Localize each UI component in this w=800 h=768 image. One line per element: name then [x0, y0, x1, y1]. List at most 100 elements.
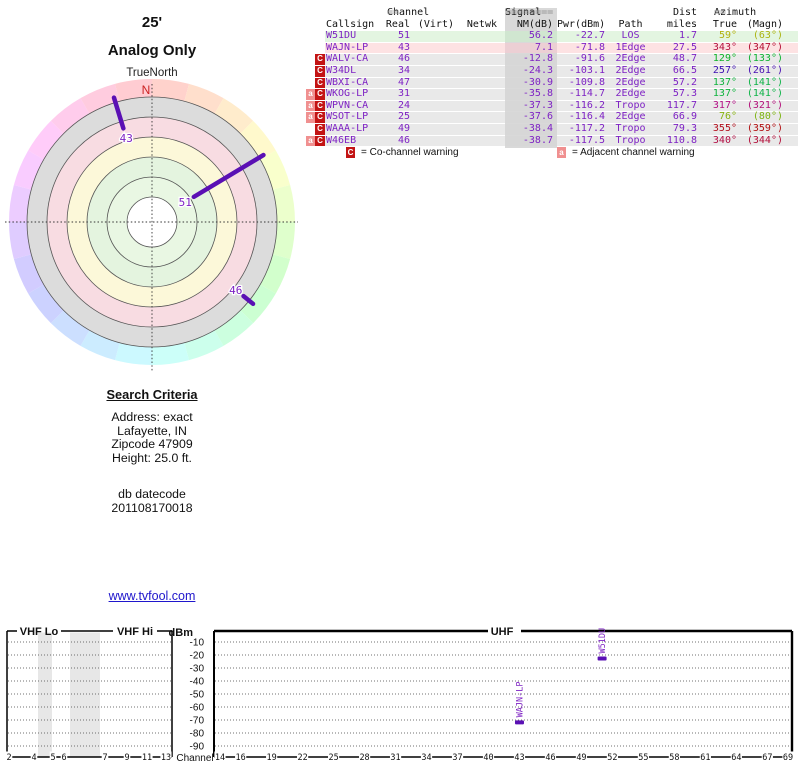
netwk-cell — [457, 43, 505, 54]
adjacent-channel-warning-label: = Adjacent channel warning — [572, 147, 695, 158]
path-cell: Tropo — [615, 134, 646, 146]
co-channel-warning-marker — [315, 43, 325, 54]
co-channel-warning-label: = Co-channel warning — [361, 147, 459, 158]
true_az-cell: 137° — [712, 88, 737, 100]
true_az-cell: 59° — [718, 30, 737, 42]
tail-cell — [783, 78, 798, 89]
table-row-W51DU: W51DU 51 56.2 -22.7 LOS 1.7 59° (63°) — [306, 31, 800, 42]
virt-cell — [410, 112, 457, 123]
magn_az-cell: (359°) — [746, 122, 783, 134]
netwk-cell — [457, 31, 505, 42]
adjacent-warning-marker: a — [306, 89, 315, 100]
path-cell: 1Edge — [615, 41, 646, 53]
tail-cell — [783, 89, 798, 100]
virt-cell — [410, 89, 457, 100]
netwk-cell — [457, 136, 505, 147]
tail-cell — [783, 112, 798, 123]
magn_az-cell: (321°) — [746, 99, 783, 111]
channel-tick-31: 31 — [390, 753, 400, 763]
adjacent-warning-marker: a — [306, 100, 315, 112]
dbm-tick-label: -60 — [190, 703, 205, 714]
nm-cell: 7.1 — [505, 42, 557, 54]
adjacent-warning-marker — [306, 78, 315, 89]
table-rows: W51DU 51 56.2 -22.7 LOS 1.7 59° (63°) WAJN-LP 43 7… — [306, 31, 800, 147]
db-datecode-value: 201108170018 — [111, 500, 193, 515]
dist-group-header: Dist — [673, 7, 698, 18]
vhf-gap-band — [38, 632, 52, 757]
adjacent-warning-marker — [306, 54, 315, 65]
search-criteria-title: Search Criteria — [106, 387, 198, 402]
true_az-cell: 355° — [712, 122, 737, 134]
station-marker-label-WAJN-LP: WAJN-LP — [515, 682, 525, 718]
pwr-cell: -109.8 — [568, 76, 605, 88]
adjacent-warning-marker — [306, 124, 315, 135]
warning-legend: C = Co-channel warning a = Adjacent chan… — [306, 146, 800, 159]
tail-cell — [783, 136, 798, 147]
tail-cell — [783, 43, 798, 54]
co-channel-warning-marker: C — [315, 89, 325, 100]
dbm-tick-label: -20 — [190, 651, 205, 662]
real-cell: 25 — [397, 111, 410, 123]
nm-cell: -38.7 — [505, 135, 557, 147]
channel-axis-label: Channel — [176, 753, 213, 764]
tvfool-link[interactable]: www.tvfool.com — [109, 589, 196, 603]
uhf-label: UHF — [491, 626, 514, 638]
channel-tick-14: 14 — [215, 753, 225, 763]
callsign-cell: WKOG-LP — [326, 88, 369, 100]
column-header-True: True — [712, 18, 737, 30]
channel-tick-40: 40 — [483, 753, 493, 763]
true_az-cell: 76° — [718, 111, 737, 123]
adjacent-warning-marker — [306, 43, 315, 54]
channel-tick-28: 28 — [359, 753, 369, 763]
true_az-cell: 257° — [712, 64, 737, 76]
real-cell: 34 — [397, 64, 410, 76]
ray-channel-label: 43 — [120, 132, 133, 145]
magn_az-cell: (141°) — [746, 88, 783, 100]
column-header-NM(dB): NM(dB) — [516, 18, 553, 30]
path-cell: Tropo — [615, 99, 646, 111]
magn_az-cell: (63°) — [752, 30, 783, 42]
pwr-cell: -22.7 — [574, 30, 605, 42]
tail-cell — [783, 66, 798, 77]
channel-tick-43: 43 — [514, 753, 524, 763]
table-row-W46EB: a C W46EB 46 -38.7 -117.5 Tropo 110.8 340° (344°) — [306, 134, 800, 147]
miles-cell: 1.7 — [678, 30, 697, 42]
channel-tick-61: 61 — [700, 753, 710, 763]
nm-cell: -35.8 — [505, 89, 557, 100]
spectrum-chart: VHF Lo VHF Hi UHFdBm-10-20-30-40-50-60-70-… — [5, 626, 794, 764]
co-channel-warning-marker: C — [315, 135, 325, 147]
real-cell: 49 — [397, 122, 410, 134]
virt-cell — [410, 66, 457, 77]
co-channel-warning-marker: C — [315, 54, 325, 65]
callsign-cell: WBXI-CA — [326, 76, 369, 88]
ray-channel-label: 51 — [179, 196, 192, 209]
adjacent-warning-marker — [306, 31, 315, 42]
callsign-cell: W46EB — [326, 134, 357, 146]
pwr-cell: -116.4 — [568, 111, 605, 123]
vhf-lo-label: VHF Lo — [20, 626, 59, 638]
table-row-WSOT-LP: a C WSOT-LP 25 -37.6 -116.4 2Edge 66.9 76° (80°) — [306, 112, 800, 123]
channel-tick-19: 19 — [267, 753, 277, 763]
table-row-WBXI-CA: C WBXI-CA 47 -30.9 -109.8 2Edge 57.2 137° (141°) — [306, 76, 800, 89]
adjacent-warning-marker: a — [306, 135, 315, 147]
dbm-tick-label: -10 — [190, 638, 205, 649]
callsign-cell: W34DL — [326, 64, 357, 76]
table-row-WAAA-LP: C WAAA-LP 49 -38.4 -117.2 Tropo 79.3 355° (359°) — [306, 122, 800, 135]
nm-cell: -30.9 — [505, 77, 557, 89]
station-marker-label-W51DU: W51DU — [598, 628, 608, 654]
callsign-cell: WALV-CA — [326, 53, 369, 65]
tail-cell — [783, 54, 798, 65]
vhf-hi-label: VHF Hi — [117, 626, 153, 638]
miles-cell: 57.3 — [672, 88, 697, 100]
channel-tick-69: 69 — [783, 753, 793, 763]
real-cell: 46 — [397, 53, 410, 65]
path-cell: 2Edge — [615, 64, 646, 76]
nm-cell: -12.8 — [505, 54, 557, 65]
channel-tick-25: 25 — [328, 753, 338, 763]
table-header-groups: == Channel == ======== Signal ======== Dist … — [387, 7, 757, 18]
tail-cell — [783, 124, 798, 135]
channel-tick-37: 37 — [452, 753, 462, 763]
column-header-Pwr(dBm): Pwr(dBm) — [557, 18, 606, 30]
true_az-cell: 343° — [712, 41, 737, 53]
path-cell: Tropo — [615, 122, 646, 134]
